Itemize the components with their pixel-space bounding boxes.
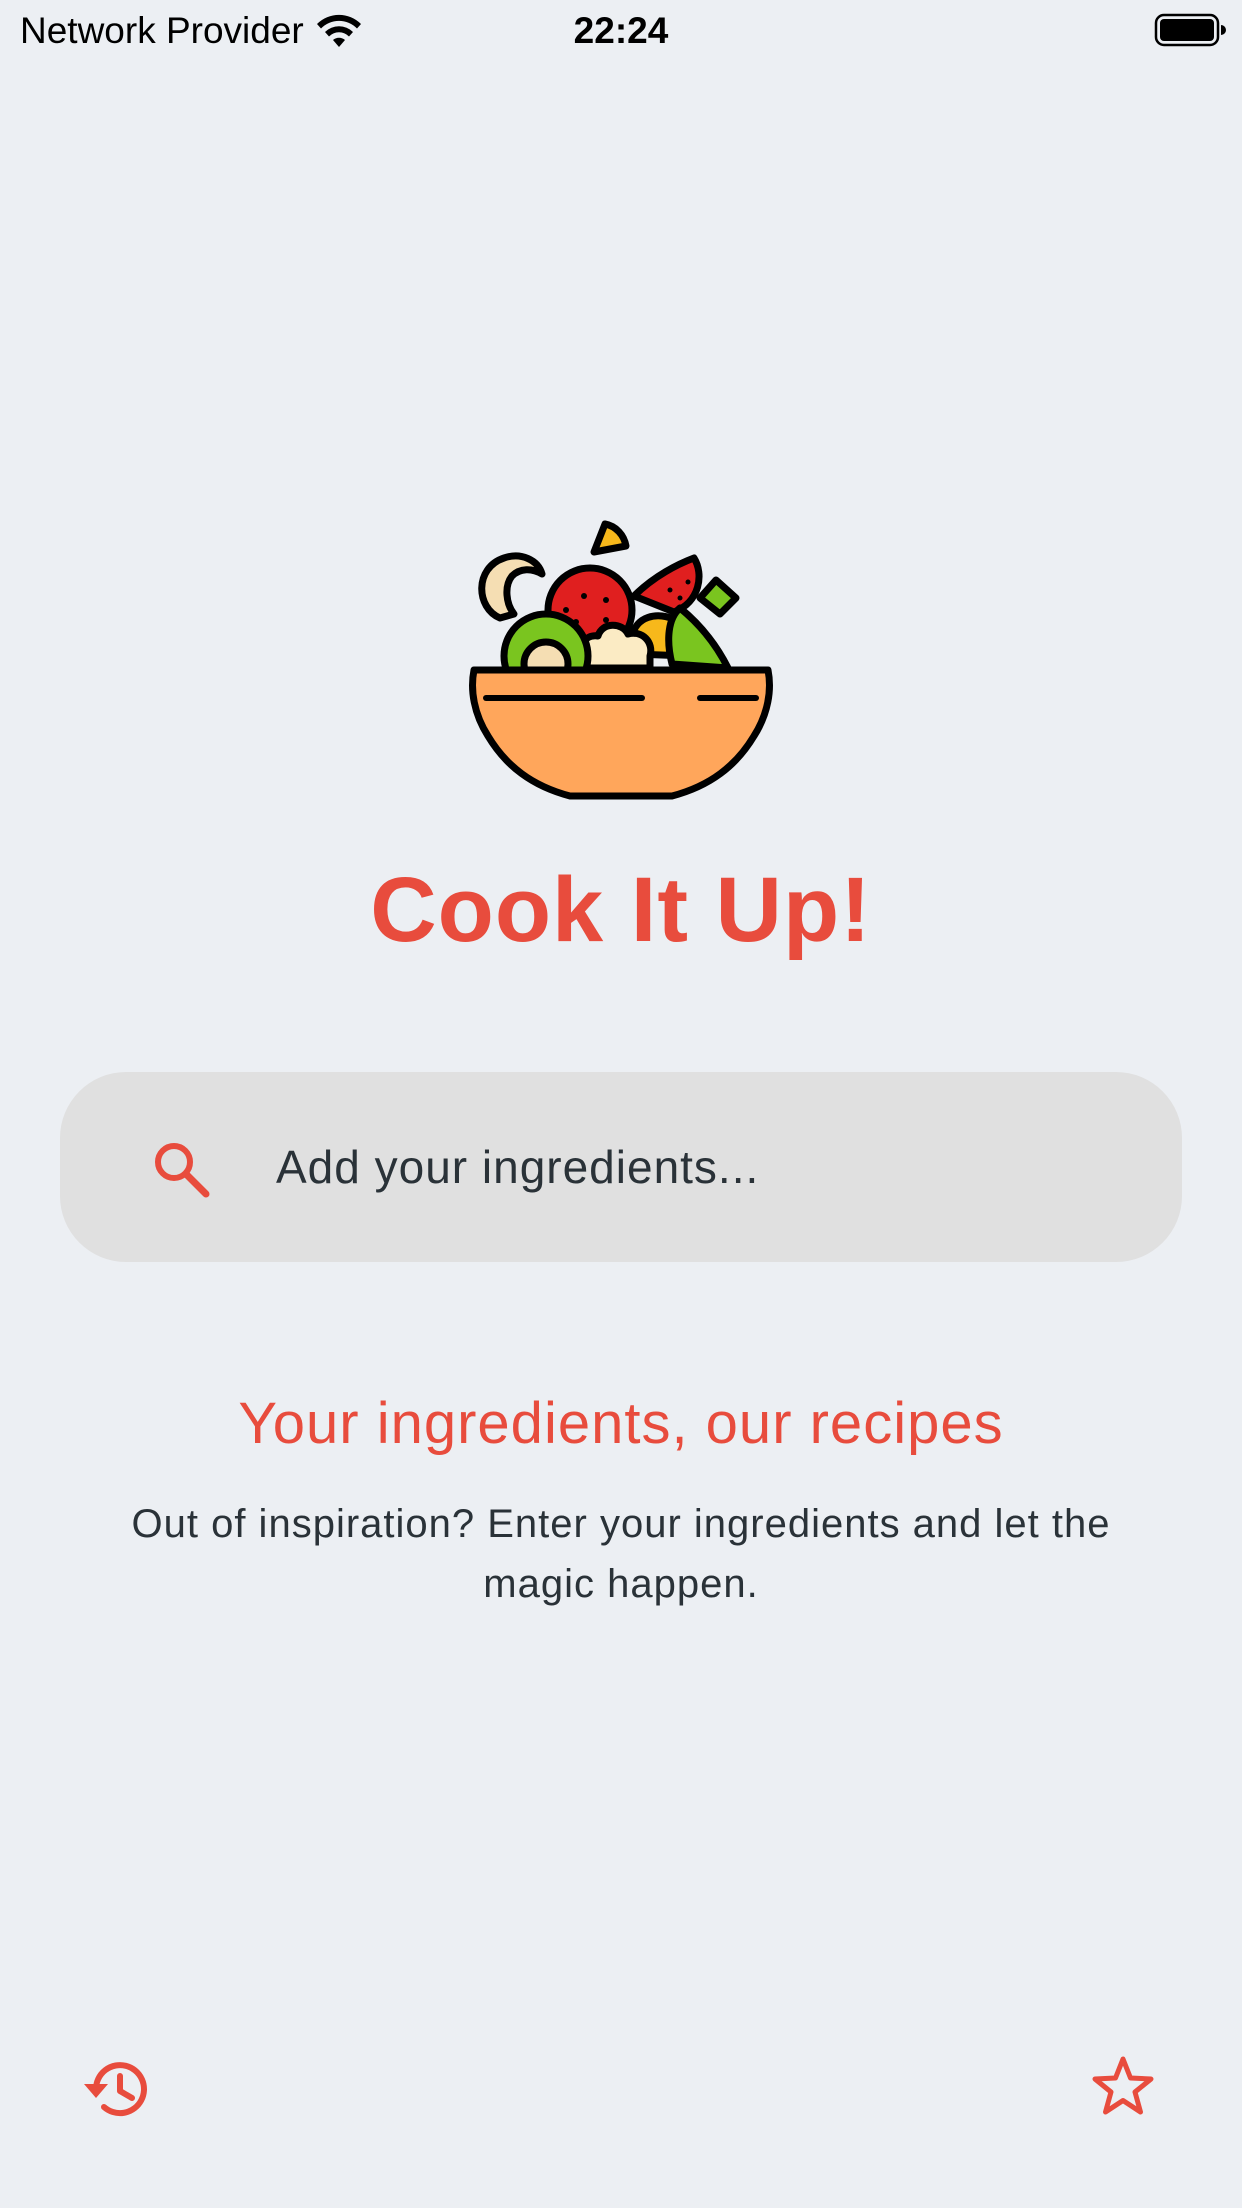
status-time: 22:24 (573, 10, 669, 51)
history-icon[interactable] (82, 2054, 152, 2124)
star-icon[interactable] (1090, 2054, 1156, 2120)
status-bar: Network Provider 22:24 (0, 0, 1242, 62)
salad-bowl-icon (469, 520, 773, 800)
battery-full-icon (1154, 13, 1226, 47)
ingredient-search-input[interactable] (276, 1122, 1136, 1212)
search-icon[interactable] (152, 1140, 210, 1198)
app-title: Cook It Up! (370, 859, 872, 961)
ingredient-search-box[interactable] (60, 1072, 1182, 1262)
intro-description: Out of inspiration? Enter your ingredien… (131, 1502, 1111, 1606)
tagline: Your ingredients, our recipes (238, 1391, 1004, 1456)
